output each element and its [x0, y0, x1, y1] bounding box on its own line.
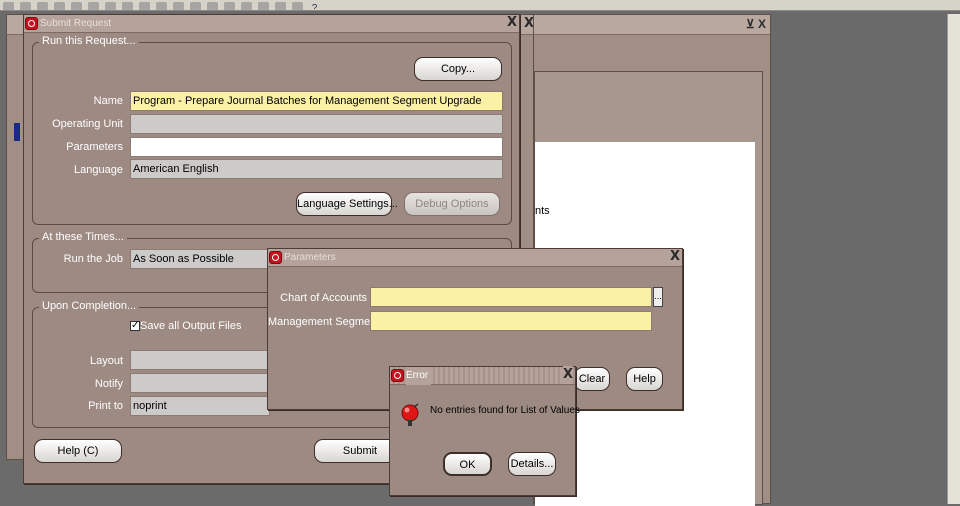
alarm-icon — [400, 403, 420, 427]
selected-row-indicator — [14, 123, 20, 141]
ok-button[interactable]: OK — [443, 452, 492, 476]
oracle-icon — [269, 251, 282, 264]
management-segment-label: Management Segment — [268, 316, 380, 328]
oracle-icon — [25, 17, 38, 30]
translations-icon[interactable] — [258, 2, 269, 10]
right-scrollbar[interactable] — [947, 14, 960, 504]
submit-request-titlebar: Submit Request X — [24, 15, 519, 33]
language-field[interactable]: American English — [130, 159, 503, 179]
next-step-icon[interactable] — [71, 2, 82, 10]
run-job-field[interactable]: As Soon as Possible — [130, 249, 280, 269]
paste-icon[interactable] — [173, 2, 184, 10]
save-icon[interactable] — [54, 2, 65, 10]
debug-options-button[interactable]: Debug Options — [404, 192, 500, 216]
parameters-close-icon[interactable]: X — [670, 248, 680, 266]
desktop-right-area — [771, 14, 960, 504]
folder-tools-icon[interactable] — [292, 2, 303, 10]
parameters-titlebar: Parameters X — [268, 249, 682, 267]
notify-field[interactable] — [130, 373, 270, 393]
at-these-times-label: At these Times... — [39, 231, 127, 243]
background-window-controls[interactable]: ⊻ X — [746, 17, 766, 31]
error-titlebar: Error X — [390, 366, 575, 385]
background-partial-text: nts — [535, 205, 550, 217]
name-field[interactable]: Program - Prepare Journal Batches for Ma… — [130, 91, 503, 111]
attachments-icon[interactable] — [275, 2, 286, 10]
name-label: Name — [93, 95, 123, 107]
layout-label: Layout — [89, 355, 123, 367]
run-job-label: Run the Job — [63, 253, 123, 265]
copy-icon[interactable] — [156, 2, 167, 10]
lov-button[interactable]: ... — [653, 287, 663, 307]
error-title: Error — [406, 367, 432, 385]
background-window-main-titlebar — [534, 15, 770, 35]
find-icon[interactable] — [20, 2, 31, 10]
language-settings-button[interactable]: Language Settings... — [296, 192, 398, 216]
navigator-icon[interactable] — [37, 2, 48, 10]
delete-record-icon[interactable] — [207, 2, 218, 10]
new-icon[interactable] — [3, 2, 14, 10]
print-icon[interactable] — [105, 2, 116, 10]
save-output-checkbox[interactable]: ✓ — [130, 321, 140, 331]
left-edge-controls — [14, 120, 22, 330]
language-label: Language — [74, 164, 123, 176]
edit-field-icon[interactable] — [224, 2, 235, 10]
submit-request-title: Submit Request — [40, 18, 112, 29]
parameters-label: Parameters — [66, 141, 123, 153]
copy-button[interactable]: Copy... — [414, 57, 502, 81]
cut-icon[interactable] — [139, 2, 150, 10]
chart-of-accounts-field[interactable] — [370, 287, 652, 307]
run-request-label: Run this Request... — [39, 35, 139, 47]
help-icon[interactable]: ? — [309, 4, 320, 11]
clear-button[interactable]: Clear — [574, 367, 610, 391]
clear-record-icon[interactable] — [190, 2, 201, 10]
upon-completion-label: Upon Completion... — [39, 300, 140, 312]
parameters-help-button[interactable]: Help — [626, 367, 663, 391]
print-to-label: Print to — [88, 400, 123, 412]
operating-unit-label: Operating Unit — [52, 118, 123, 130]
details-button[interactable]: Details... — [508, 452, 556, 476]
print-to-field[interactable]: noprint — [130, 396, 270, 416]
parameters-field[interactable] — [130, 137, 503, 157]
operating-unit-field[interactable] — [130, 114, 503, 134]
help-button[interactable]: Help (C) — [34, 439, 122, 463]
oracle-icon — [391, 369, 404, 382]
error-message: No entries found for List of Values — [430, 405, 580, 416]
chart-of-accounts-label: Chart of Accounts — [280, 292, 367, 304]
layout-field[interactable] — [130, 350, 270, 370]
submit-request-close-icon[interactable]: X — [507, 14, 517, 32]
save-output-label: Save all Output Files — [140, 320, 242, 332]
notify-label: Notify — [94, 378, 123, 390]
toolbar: ? — [0, 0, 960, 11]
switch-responsibility-icon[interactable] — [88, 2, 99, 10]
error-dialog: Error X No entries found for List of Val… — [389, 366, 580, 496]
close-form-icon[interactable] — [122, 2, 133, 10]
error-close-icon[interactable]: X — [563, 366, 574, 384]
zoom-icon[interactable] — [241, 2, 252, 10]
management-segment-field[interactable] — [370, 311, 652, 331]
parameters-title: Parameters — [284, 252, 336, 263]
